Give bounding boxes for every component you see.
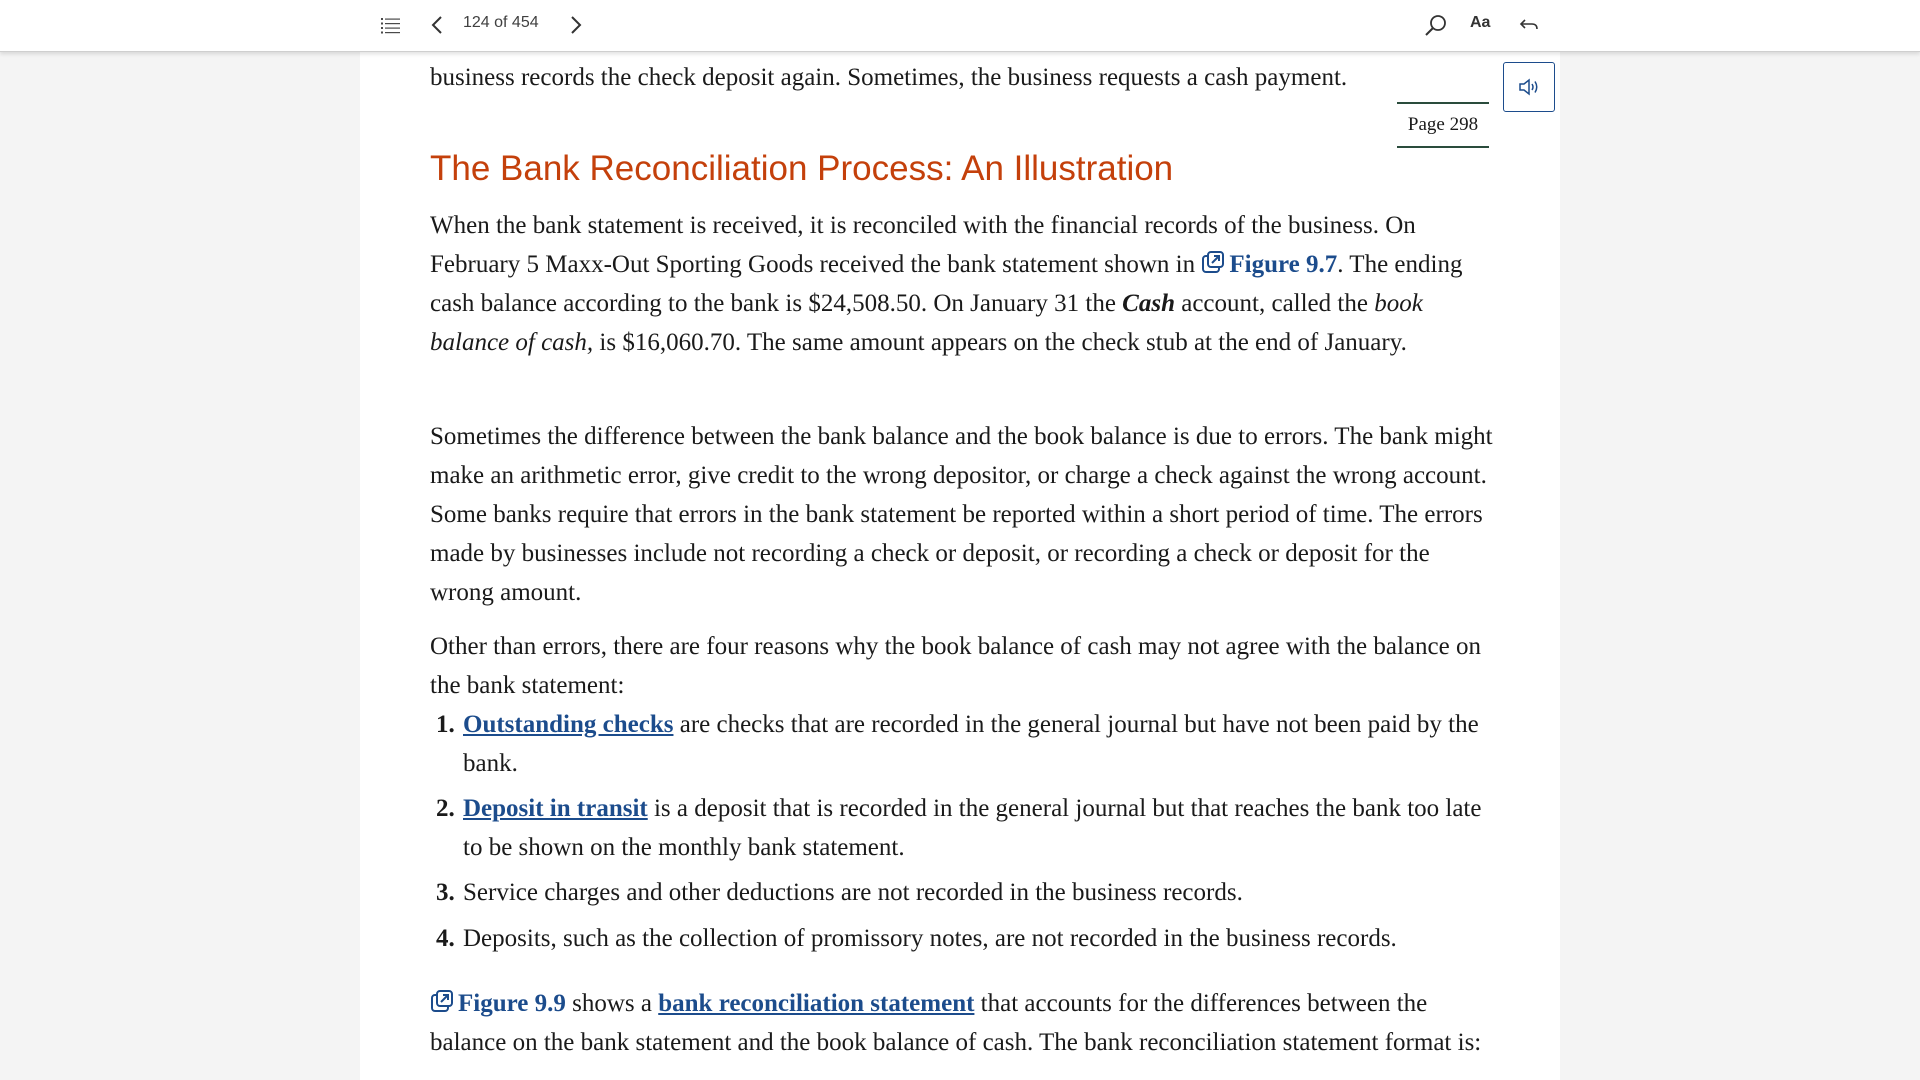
paragraph-4: Figure 9.9 shows a bank reconciliation s… [430, 984, 1496, 1062]
undo-arrow-icon [1519, 19, 1538, 30]
page-marker: Page 298 [1397, 102, 1489, 148]
figure-9-7-link[interactable]: Figure 9.7 [1201, 251, 1337, 278]
paragraph-1-text-c: account, called the [1174, 290, 1375, 317]
list-item-text: Service charges and other deductions are… [463, 879, 1243, 906]
section-heading: The Bank Reconciliation Process: An Illu… [430, 149, 1174, 188]
list-number: 1. [436, 711, 455, 738]
list-item-text: Deposits, such as the collection of prom… [463, 925, 1397, 952]
bank-reconciliation-statement-link[interactable]: bank reconciliation statement [658, 990, 974, 1017]
paragraph-1-text-d: is $16,060.70. The same amount appears o… [593, 329, 1407, 356]
next-page-button[interactable] [565, 12, 587, 38]
paragraph-2: Sometimes the difference between the ban… [430, 423, 1493, 606]
outstanding-checks-link[interactable]: Outstanding checks [463, 711, 673, 738]
figure-9-9-link-label: Figure 9.9 [458, 990, 566, 1017]
reader-toolbar: 124 of 454 Aa [0, 0, 1920, 52]
chevron-left-icon [431, 16, 442, 34]
list-icon [381, 18, 400, 34]
list-item: 2. Deposit in transit is a deposit that i… [430, 789, 1496, 867]
read-aloud-button[interactable] [1503, 62, 1555, 112]
list-number: 3. [436, 879, 455, 906]
list-item: 4. Deposits, such as the collection of pr… [430, 919, 1496, 958]
external-link-icon [1202, 251, 1225, 273]
chevron-right-icon [571, 16, 582, 34]
back-button[interactable] [1516, 12, 1542, 38]
deposit-in-transit-link[interactable]: Deposit in transit [463, 795, 648, 822]
list-item: 1. Outstanding checks are checks that are… [430, 705, 1496, 783]
list-number: 2. [436, 795, 455, 822]
paragraph-1: When the bank statement is received, it … [430, 206, 1496, 362]
figure-9-9-link[interactable]: Figure 9.9 [430, 990, 566, 1017]
external-link-icon [431, 990, 453, 1012]
previous-page-button[interactable] [426, 12, 448, 38]
paragraph-4-text-a: shows a [565, 990, 659, 1017]
list-number: 4. [436, 925, 455, 952]
search-icon [1425, 15, 1446, 36]
list-item: 3. Service charges and other deductions a… [430, 873, 1496, 912]
page-counter: 124 of 454 [463, 14, 539, 31]
reader-page: business records the check deposit again… [360, 52, 1560, 1080]
reasons-list: 1. Outstanding checks are checks that are… [430, 705, 1496, 958]
continued-paragraph: business records the check deposit again… [430, 64, 1348, 91]
figure-9-7-link-label: Figure 9.7 [1229, 251, 1338, 278]
cash-account-term: Cash [1122, 290, 1175, 317]
speaker-icon [1519, 78, 1538, 96]
search-button[interactable] [1422, 11, 1450, 39]
table-of-contents-button[interactable] [378, 12, 404, 38]
paragraph-3: Other than errors, there are four reason… [430, 633, 1481, 699]
font-settings-button[interactable]: Aa [1470, 14, 1490, 32]
